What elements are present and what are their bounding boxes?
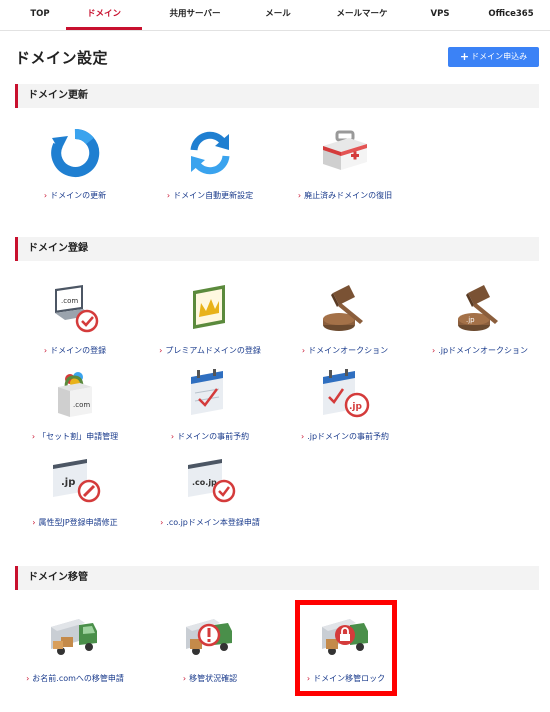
nav-tab-mail[interactable]: メール	[250, 0, 306, 30]
domain-apply-label: ドメイン申込み	[471, 52, 528, 61]
truck-icon	[51, 619, 97, 655]
item-auto-renewal-setting[interactable]: › ドメイン自動更新設定	[145, 128, 275, 203]
page-title: ドメイン設定	[15, 49, 109, 67]
item-label: ドメインの事前予約	[177, 432, 250, 441]
item-domain-registration[interactable]: .com › ドメインの登録	[10, 283, 140, 358]
item-label: 廃止済みドメインの復旧	[304, 191, 393, 200]
item-domain-renewal[interactable]: › ドメインの更新	[10, 128, 140, 203]
calendar-check-icon	[191, 369, 223, 415]
jp-icon-text: .jp	[349, 402, 363, 412]
item-domain-auction[interactable]: › ドメインオークション	[280, 283, 410, 358]
item-label: 属性型JP登録申請修正	[38, 518, 118, 527]
nav-tab-vps[interactable]: VPS	[415, 0, 465, 30]
item-label: ドメインオークション	[308, 346, 389, 355]
plus-icon: +	[459, 50, 470, 63]
item-label: ドメインの登録	[50, 346, 107, 355]
item-premium-domain-registration[interactable]: › プレミアムドメインの登録	[145, 283, 275, 358]
top-navigation: TOP ドメイン 共用サーバー メール メールマーケ VPS Office365	[0, 0, 550, 31]
section-title: ドメイン移管	[28, 572, 88, 583]
item-jp-domain-pre-reservation[interactable]: .jp › .jpドメインの事前予約	[280, 369, 410, 444]
item-set-discount-management[interactable]: .com › 「セット割」申請管理	[10, 369, 140, 444]
item-label: ドメイン自動更新設定	[173, 191, 254, 200]
item-label: .jpドメインオークション	[438, 346, 529, 355]
item-label: お名前.comへの移管申請	[32, 674, 124, 683]
com-icon-text: .com	[73, 401, 90, 409]
jp-icon-text: .jp	[61, 477, 75, 488]
item-restore-abolished-domain[interactable]: › 廃止済みドメインの復旧	[280, 128, 410, 203]
shopping-bag-icon: .com	[58, 372, 92, 417]
item-transfer-to-onamae[interactable]: › お名前.comへの移管申請	[10, 611, 140, 686]
section-header-registration: ドメイン登録	[15, 237, 539, 261]
jp-icon-text: .jp	[466, 316, 475, 324]
auto-renew-icon	[190, 131, 230, 175]
domain-apply-button[interactable]: + ドメイン申込み	[448, 47, 539, 67]
section-header-renewal: ドメイン更新	[15, 84, 539, 108]
nav-tab-office365[interactable]: Office365	[478, 0, 544, 30]
item-domain-pre-reservation[interactable]: › ドメインの事前予約	[145, 369, 275, 444]
item-transfer-status[interactable]: › 移管状況確認	[145, 611, 275, 686]
laptop-com-icon: .com	[55, 285, 99, 333]
nav-tab-shared-server[interactable]: 共用サーバー	[155, 0, 235, 30]
item-label: プレミアムドメインの登録	[165, 346, 261, 355]
item-jp-domain-auction[interactable]: .jp › .jpドメインオークション	[415, 283, 545, 358]
jp-gavel-icon: .jp	[458, 285, 498, 331]
section-title: ドメイン登録	[28, 243, 88, 254]
first-aid-kit-icon	[323, 130, 367, 170]
item-label: .co.jpドメイン本登録申請	[166, 518, 260, 527]
truck-alert-icon	[186, 619, 232, 655]
item-label: .jpドメインの事前予約	[307, 432, 390, 441]
section-title: ドメイン更新	[28, 90, 88, 101]
jp-document-edit-icon: .jp	[53, 459, 101, 503]
renew-arrow-icon	[51, 128, 100, 177]
cojp-icon-text: .co.jp	[192, 478, 217, 487]
gavel-icon	[323, 285, 363, 331]
red-highlight-box	[295, 600, 397, 696]
com-icon-text: .com	[61, 297, 78, 305]
cojp-document-check-icon: .co.jp	[188, 459, 236, 503]
item-label: ドメインの更新	[50, 191, 107, 200]
jp-calendar-icon: .jp	[323, 369, 370, 418]
item-label: 移管状況確認	[189, 674, 238, 683]
nav-tab-top[interactable]: TOP	[18, 0, 62, 30]
section-header-transfer: ドメイン移管	[15, 566, 539, 590]
item-cojp-full-registration[interactable]: .co.jp › .co.jpドメイン本登録申請	[145, 455, 275, 530]
nav-tab-domain[interactable]: ドメイン	[66, 0, 142, 30]
premium-crown-icon	[193, 285, 225, 329]
nav-tab-mail-marketing[interactable]: メールマーケ	[322, 0, 402, 30]
item-label: 「セット割」申請管理	[38, 432, 119, 441]
item-attribute-jp-correction[interactable]: .jp › 属性型JP登録申請修正	[10, 455, 140, 530]
